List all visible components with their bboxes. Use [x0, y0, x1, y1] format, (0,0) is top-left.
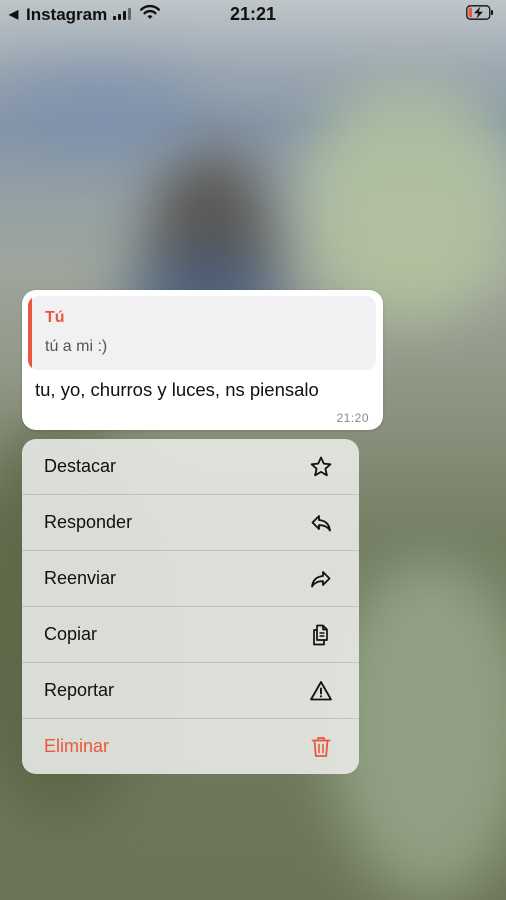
- menu-item-label: Copiar: [44, 624, 98, 644]
- message-timestamp: 21:20: [336, 411, 369, 425]
- quoted-reply[interactable]: Tú tú a mi :): [28, 296, 376, 370]
- menu-item-reenviar[interactable]: Reenviar: [22, 551, 359, 607]
- menu-item-destacar[interactable]: Destacar: [22, 439, 359, 495]
- menu-item-responder[interactable]: Responder: [22, 495, 359, 551]
- warning-icon: [310, 681, 332, 701]
- reply-icon: [311, 515, 331, 532]
- menu-item-label: Reportar: [44, 680, 115, 700]
- status-time: 21:21: [229, 4, 277, 24]
- forward-icon: [311, 571, 331, 588]
- menu-item-label: Responder: [44, 512, 133, 532]
- menu-item-reportar[interactable]: Reportar: [22, 663, 359, 719]
- trash-icon: [311, 737, 331, 757]
- menu-item-copiar[interactable]: Copiar: [22, 607, 359, 663]
- message-text: tu, yo, churros y luces, ns piensalo: [35, 379, 319, 400]
- reply-sender: Tú: [45, 309, 65, 326]
- battery-charging-icon: [466, 5, 493, 20]
- menu-item-label: Reenviar: [44, 568, 117, 588]
- star-icon: [310, 456, 332, 477]
- message-context-menu: Destacar Responder Reenviar Copiar Repor…: [22, 439, 359, 774]
- reply-accent-bar: [28, 296, 32, 370]
- menu-item-label: Destacar: [44, 456, 117, 476]
- message-bubble[interactable]: Tú tú a mi :) tu, yo, churros y luces, n…: [22, 290, 383, 430]
- reply-text: tú a mi :): [45, 338, 108, 355]
- menu-item-label: Eliminar: [44, 736, 110, 756]
- menu-item-eliminar[interactable]: Eliminar: [22, 719, 359, 774]
- copy-icon: [313, 624, 328, 646]
- status-bar: ◀ Instagram 21:21: [0, 0, 506, 30]
